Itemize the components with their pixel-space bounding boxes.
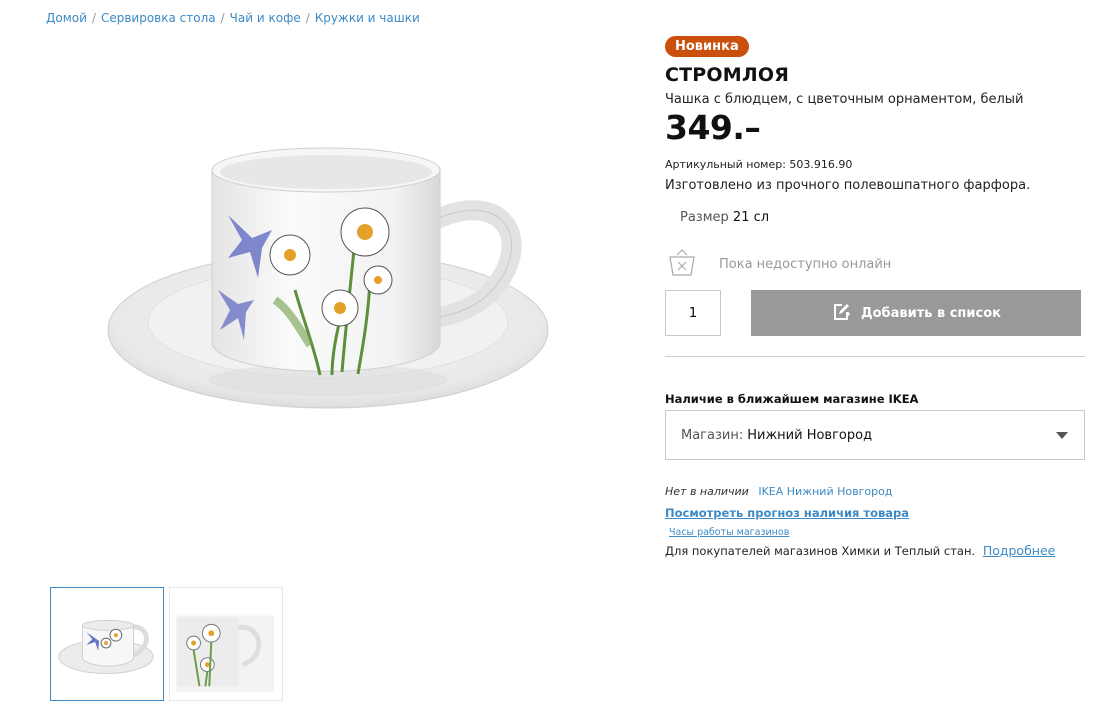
edit-list-icon xyxy=(831,301,851,325)
size-info: Размер 21 сл xyxy=(680,210,769,225)
store-note-text: Для покупателей магазинов Химки и Теплый… xyxy=(665,544,976,558)
divider xyxy=(665,356,1085,357)
store-note: Для покупателей магазинов Химки и Теплый… xyxy=(665,543,1055,558)
online-status-text: Пока недоступно онлайн xyxy=(719,257,892,272)
stock-status-row: Нет в наличии IKEA Нижний Новгород xyxy=(665,485,892,498)
add-to-list-label: Добавить в список xyxy=(861,305,1001,321)
cup-saucer-illustration xyxy=(107,147,549,409)
product-description: Чашка с блюдцем, с цветочным орнаментом,… xyxy=(665,92,1024,107)
new-badge: Новинка xyxy=(665,36,749,57)
stock-status: Нет в наличии xyxy=(665,485,749,498)
add-to-list-button[interactable]: Добавить в список xyxy=(751,290,1081,336)
chevron-down-icon xyxy=(1056,432,1068,439)
thumbnail-2[interactable] xyxy=(169,587,283,701)
store-select[interactable]: Магазин: Нижний Новгород xyxy=(665,410,1085,460)
quantity-input[interactable] xyxy=(665,290,721,336)
store-select-prefix: Магазин: xyxy=(681,427,744,443)
breadcrumb-home[interactable]: Домой xyxy=(46,11,87,25)
store-select-value: Нижний Новгород xyxy=(747,427,873,443)
stock-store-link[interactable]: IKEA Нижний Новгород xyxy=(758,485,892,498)
store-hours-link[interactable]: Часы работы магазинов xyxy=(669,527,789,538)
basket-unavailable-icon xyxy=(667,248,697,278)
size-label: Размер xyxy=(680,210,729,225)
breadcrumb-separator: / xyxy=(305,11,310,25)
availability-forecast-link[interactable]: Посмотреть прогноз наличия товара xyxy=(665,506,909,520)
breadcrumb-tea-coffee[interactable]: Чай и кофе xyxy=(230,11,301,25)
online-availability: Пока недоступно онлайн xyxy=(665,248,1085,278)
product-material: Изготовлено из прочного полевошпатного ф… xyxy=(665,178,1031,193)
breadcrumb-tableware[interactable]: Сервировка стола xyxy=(101,11,216,25)
thumbnail-cup-image xyxy=(58,619,154,674)
product-name: СТРОМЛОЯ xyxy=(665,64,790,86)
thumbnail-detail-image xyxy=(175,615,275,693)
breadcrumb-separator: / xyxy=(91,11,96,25)
product-main-image[interactable] xyxy=(100,140,550,420)
product-price: 349.– xyxy=(665,108,761,147)
breadcrumb-separator: / xyxy=(220,11,225,25)
breadcrumb: Домой / Сервировка стола / Чай и кофе / Кружки… xyxy=(46,11,420,25)
store-availability-heading: Наличие в ближайшем магазине IKEA xyxy=(665,392,919,406)
thumbnail-1[interactable] xyxy=(50,587,164,701)
article-number: Артикульный номер: 503.916.90 xyxy=(665,158,853,171)
size-value: 21 сл xyxy=(732,210,770,225)
more-info-link[interactable]: Подробнее xyxy=(983,543,1056,558)
breadcrumb-mugs-cups[interactable]: Кружки и чашки xyxy=(315,11,420,25)
